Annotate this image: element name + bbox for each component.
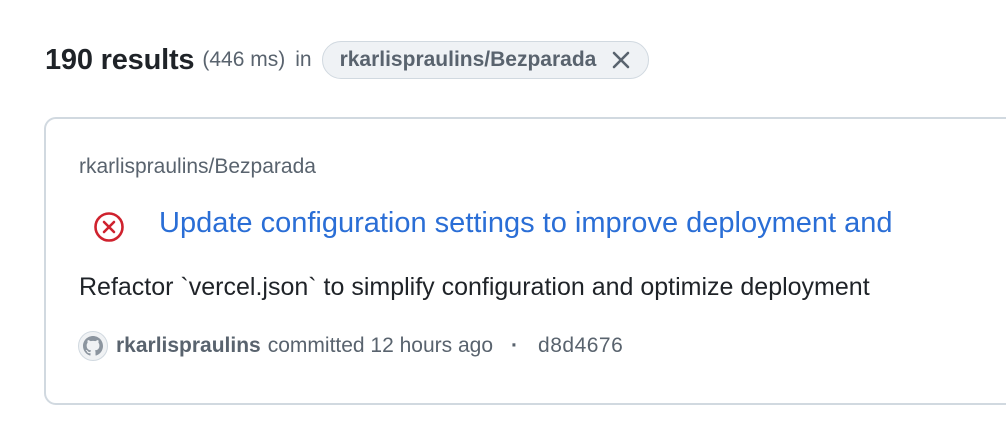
results-in-label: in [295, 48, 312, 71]
results-count: 190 results [45, 43, 195, 76]
commit-author[interactable]: rkarlispraulins [116, 334, 261, 358]
x-circle-icon [93, 211, 125, 243]
close-icon[interactable] [610, 49, 632, 71]
repo-filter-label: rkarlispraulins/Bezparada [339, 48, 597, 71]
commit-sha-link[interactable]: d8d4676 [538, 334, 623, 358]
commit-meta: rkarlispraulins committed 12 hours ago ·… [78, 329, 623, 363]
repo-filter-chip[interactable]: rkarlispraulins/Bezparada [321, 41, 650, 79]
commit-title-link[interactable]: Update configuration settings to improve… [159, 207, 893, 240]
commit-result-card: rkarlispraulins/Bezparada Update configu… [44, 117, 1006, 405]
meta-separator: · [511, 334, 519, 357]
committed-time: committed 12 hours ago [267, 334, 494, 357]
avatar[interactable] [78, 331, 108, 361]
results-header: 190 results (446 ms) in rkarlispraulins/… [45, 38, 650, 82]
github-icon [83, 336, 103, 356]
commit-message-body: Refactor `vercel.json` to simplify confi… [79, 273, 870, 301]
card-repo-name[interactable]: rkarlispraulins/Bezparada [79, 155, 316, 179]
results-time: (446 ms) [202, 48, 286, 71]
search-results-page: 190 results (446 ms) in rkarlispraulins/… [0, 0, 1006, 424]
